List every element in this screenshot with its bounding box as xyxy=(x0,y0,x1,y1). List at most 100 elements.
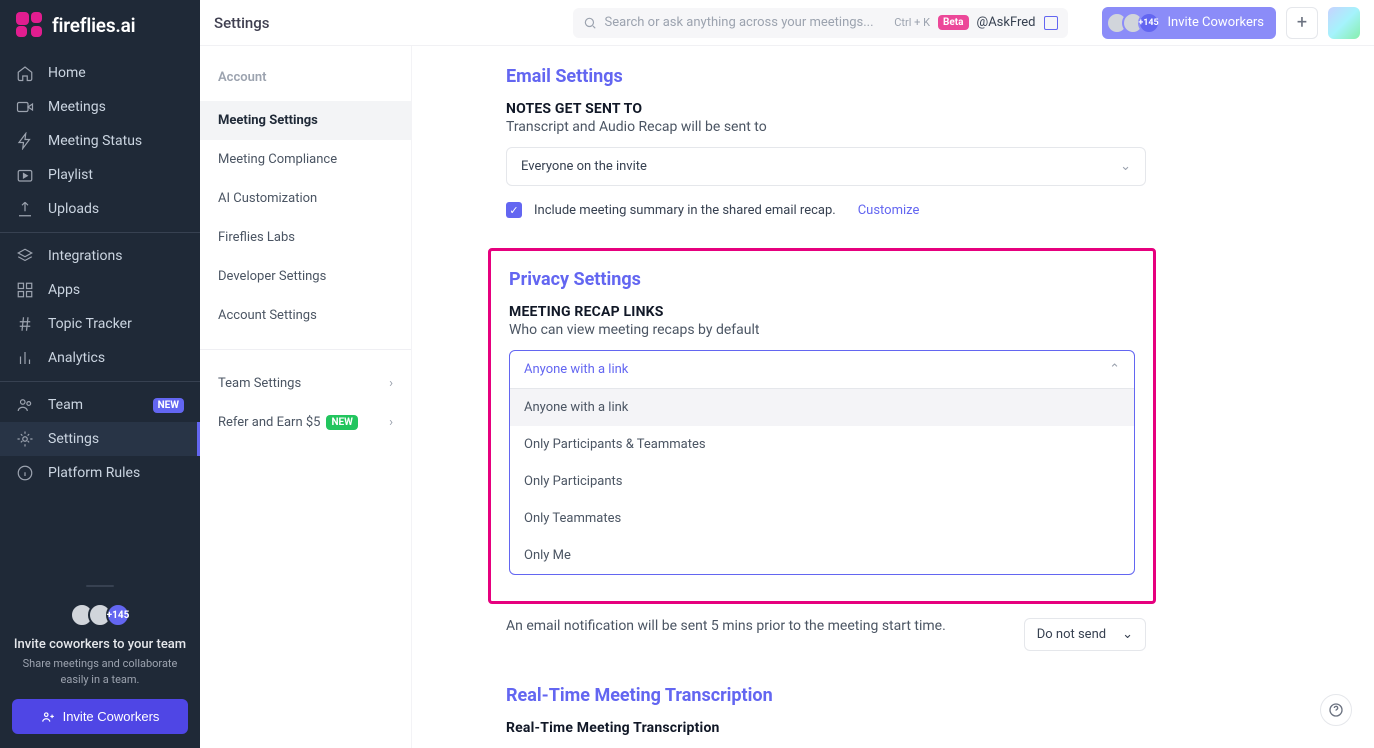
new-badge: NEW xyxy=(153,398,184,413)
option-teammates[interactable]: Only Teammates xyxy=(510,500,1134,537)
recap-visibility-select[interactable]: Anyone with a link ⌃ Anyone with a link … xyxy=(509,350,1135,575)
profile-avatar[interactable] xyxy=(1328,7,1360,39)
subnav-meeting-settings[interactable]: Meeting Settings xyxy=(200,101,411,140)
brand-name: fireflies.ai xyxy=(52,14,135,37)
option-participants-teammates[interactable]: Only Participants & Teammates xyxy=(510,426,1134,463)
beta-badge: Beta xyxy=(938,15,969,30)
search-icon xyxy=(583,16,597,30)
nav-topic-tracker[interactable]: Topic Tracker xyxy=(0,307,200,341)
option-participants[interactable]: Only Participants xyxy=(510,463,1134,500)
option-only-me[interactable]: Only Me xyxy=(510,537,1134,574)
nav-analytics[interactable]: Analytics xyxy=(0,341,200,375)
nav-label: Analytics xyxy=(48,350,184,366)
settings-content: Email Settings NOTES GET SENT TO Transcr… xyxy=(412,46,1374,748)
recap-visibility-options: Anyone with a link Only Participants & T… xyxy=(510,389,1134,574)
subnav-fireflies-labs[interactable]: Fireflies Labs xyxy=(200,218,411,257)
nav-label: Team xyxy=(48,397,139,413)
secondary-nav: Integrations Apps Topic Tracker Analytic… xyxy=(0,239,200,375)
notes-recipient-value: Everyone on the invite xyxy=(521,159,647,174)
recap-links-title: MEETING RECAP LINKS xyxy=(509,304,1135,320)
notes-sent-to-desc: Transcript and Audio Recap will be sent … xyxy=(506,119,1340,135)
nav-playlist[interactable]: Playlist xyxy=(0,158,200,192)
recap-visibility-value: Anyone with a link xyxy=(524,362,628,377)
nav-uploads[interactable]: Uploads xyxy=(0,192,200,226)
nav-integrations[interactable]: Integrations xyxy=(0,239,200,273)
nav-meeting-status[interactable]: Meeting Status xyxy=(0,124,200,158)
logo-icon xyxy=(16,12,42,38)
chevron-right-icon: › xyxy=(389,376,393,391)
transcription-heading: Real-Time Meeting Transcription xyxy=(506,685,1340,706)
new-badge: NEW xyxy=(326,415,357,430)
subnav-meeting-compliance[interactable]: Meeting Compliance xyxy=(200,140,411,179)
nav-label: Settings xyxy=(48,431,184,447)
notify-desc: An email notification will be sent 5 min… xyxy=(506,618,1000,634)
option-anyone-link[interactable]: Anyone with a link xyxy=(510,389,1134,426)
transcription-field-title: Real-Time Meeting Transcription xyxy=(506,720,1340,736)
chevron-down-icon: ⌄ xyxy=(1120,159,1131,174)
global-search[interactable]: Search or ask anything across your meeti… xyxy=(573,8,1068,38)
subnav-developer-settings[interactable]: Developer Settings xyxy=(200,257,411,296)
info-icon xyxy=(16,464,34,482)
nav-team[interactable]: Team NEW xyxy=(0,388,200,422)
privacy-settings-heading: Privacy Settings xyxy=(509,269,1135,290)
left-sidebar: fireflies.ai Home Meetings Meeting Statu… xyxy=(0,0,200,748)
nav-label: Home xyxy=(48,65,184,81)
subnav-ai-customization[interactable]: AI Customization xyxy=(200,179,411,218)
square-icon xyxy=(1044,16,1058,30)
nav-meetings[interactable]: Meetings xyxy=(0,90,200,124)
include-summary-label: Include meeting summary in the shared em… xyxy=(534,203,836,218)
subnav-heading: Account xyxy=(200,64,411,101)
notes-recipient-select[interactable]: Everyone on the invite ⌄ xyxy=(506,147,1146,186)
nav-settings[interactable]: Settings xyxy=(0,422,200,456)
chevron-up-icon: ⌃ xyxy=(1109,362,1120,377)
brand-logo[interactable]: fireflies.ai xyxy=(0,0,200,56)
invite-subtitle: Share meetings and collaborate easily in… xyxy=(12,656,188,687)
team-icon xyxy=(16,396,34,414)
topbar-avatar-count: +145 xyxy=(1138,12,1160,34)
nav-label: Meetings xyxy=(48,99,184,115)
subnav-team-settings[interactable]: Team Settings › xyxy=(200,364,411,403)
nav-label: Platform Rules xyxy=(48,465,184,481)
grid-icon xyxy=(16,281,34,299)
invite-coworkers-button[interactable]: Invite Coworkers xyxy=(12,699,188,734)
help-icon xyxy=(1328,702,1344,718)
topbar: Settings Search or ask anything across y… xyxy=(200,0,1374,46)
nav-label: Uploads xyxy=(48,201,184,217)
nav-apps[interactable]: Apps xyxy=(0,273,200,307)
search-placeholder: Search or ask anything across your meeti… xyxy=(605,15,887,30)
topbar-invite-label: Invite Coworkers xyxy=(1168,15,1264,30)
avatar-count-badge: +145 xyxy=(106,603,130,627)
topbar-invite-button[interactable]: +145 Invite Coworkers xyxy=(1102,7,1276,39)
subnav-account-settings[interactable]: Account Settings xyxy=(200,296,411,335)
video-icon xyxy=(16,98,34,116)
nav-label: Meeting Status xyxy=(48,133,184,149)
include-summary-checkbox[interactable]: ✓ xyxy=(506,202,522,218)
person-plus-icon xyxy=(41,710,55,724)
primary-nav: Home Meetings Meeting Status Playlist Up… xyxy=(0,56,200,226)
search-shortcut: Ctrl + K xyxy=(894,16,930,29)
nav-platform-rules[interactable]: Platform Rules xyxy=(0,456,200,490)
privacy-settings-highlight: Privacy Settings MEETING RECAP LINKS Who… xyxy=(488,248,1156,604)
help-button[interactable] xyxy=(1320,694,1352,726)
subnav-refer-earn[interactable]: Refer and Earn $5 NEW › xyxy=(200,403,411,442)
bolt-icon xyxy=(16,132,34,150)
nav-label: Topic Tracker xyxy=(48,316,184,332)
nav-home[interactable]: Home xyxy=(0,56,200,90)
home-icon xyxy=(16,64,34,82)
chevron-right-icon: › xyxy=(389,415,393,430)
add-button[interactable]: + xyxy=(1286,7,1318,39)
email-settings-heading: Email Settings xyxy=(506,66,1340,87)
sidebar-invite-panel: +145 Invite coworkers to your team Share… xyxy=(0,575,200,748)
page-title: Settings xyxy=(214,14,270,32)
invite-title: Invite coworkers to your team xyxy=(12,637,188,652)
upload-icon xyxy=(16,200,34,218)
notify-select[interactable]: Do not send ⌄ xyxy=(1024,618,1146,651)
invite-button-label: Invite Coworkers xyxy=(63,709,160,724)
customize-link[interactable]: Customize xyxy=(858,203,920,218)
tertiary-nav: Team NEW Settings Platform Rules xyxy=(0,388,200,490)
coworker-avatars: +145 xyxy=(12,603,188,627)
layers-icon xyxy=(16,247,34,265)
hash-icon xyxy=(16,315,34,333)
nav-label: Apps xyxy=(48,282,184,298)
chevron-down-icon: ⌄ xyxy=(1122,627,1133,642)
